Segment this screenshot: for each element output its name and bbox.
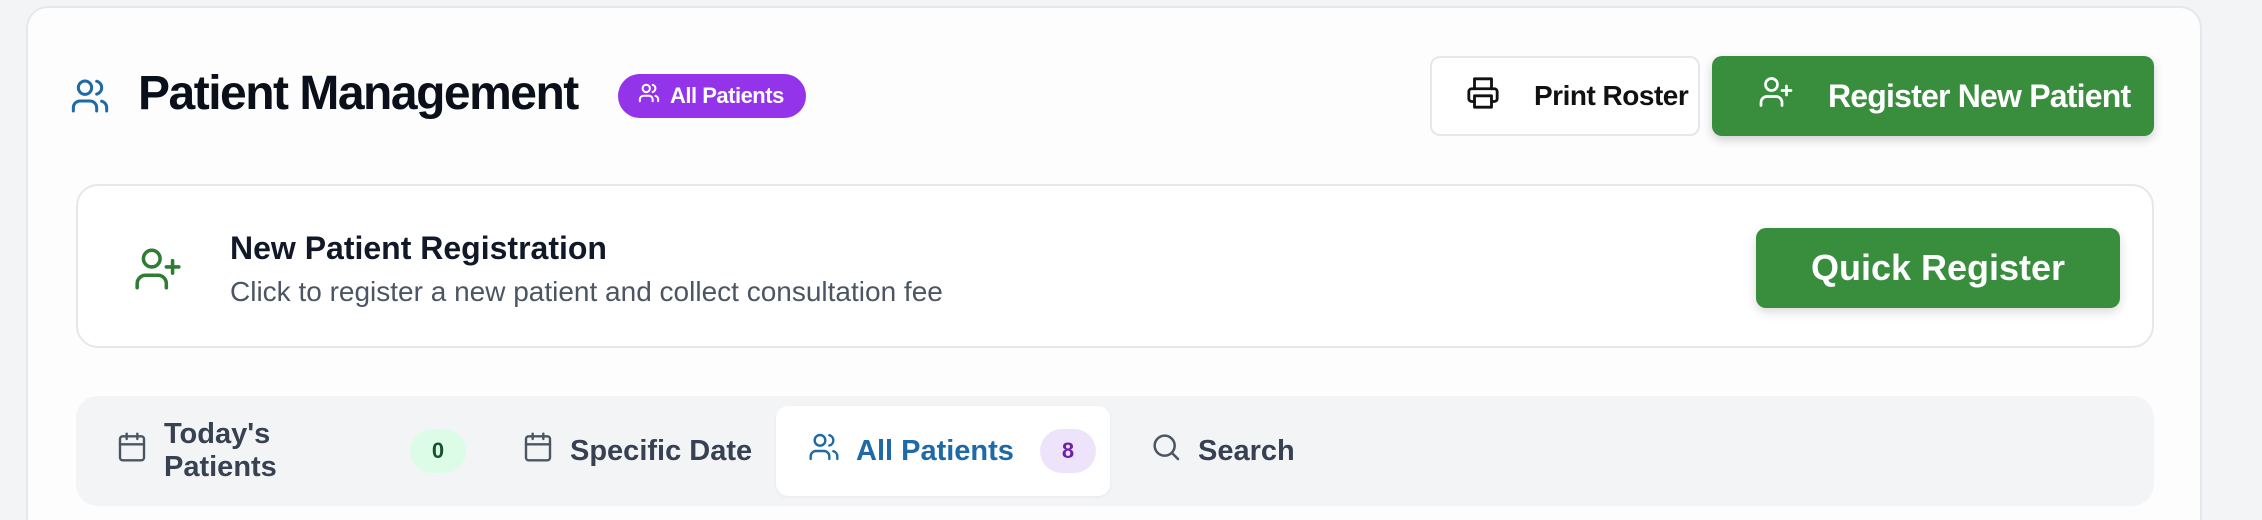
user-plus-icon [133, 244, 183, 294]
tab-count-badge: 8 [1039, 429, 1096, 473]
quick-register-button[interactable]: Quick Register [1756, 228, 2120, 308]
print-roster-label: Print Roster [1534, 80, 1689, 111]
tab-label: Today's Patients [164, 418, 277, 483]
tab-todays-patients[interactable]: Today's Patients 0 [76, 406, 466, 496]
page-title: Patient Management [138, 67, 579, 120]
tab-label: Specific Date [570, 434, 753, 467]
patient-tabs: Today's Patients 0 Specific Date All Pat… [76, 396, 2154, 506]
tab-all-patients[interactable]: All Patients 8 [776, 406, 1110, 496]
users-icon [808, 431, 840, 471]
tab-search[interactable]: Search [1150, 406, 1380, 496]
tab-label: All Patients [856, 434, 1014, 467]
tab-count-badge: 0 [410, 429, 466, 473]
user-plus-icon [1758, 74, 1794, 118]
registration-panel: New Patient Registration Click to regist… [76, 184, 2154, 348]
users-icon [638, 82, 660, 110]
badge-label: All Patients [670, 83, 784, 108]
register-new-patient-label: Register New Patient [1828, 77, 2131, 114]
calendar-icon [116, 431, 148, 471]
page-header: Patient Management All Patients Print Ro… [50, 56, 2154, 140]
calendar-icon [522, 431, 554, 471]
search-icon [1150, 431, 1182, 471]
tab-label: Search [1198, 434, 1295, 467]
registration-title: New Patient Registration [230, 230, 607, 266]
print-roster-button[interactable]: Print Roster [1430, 56, 1700, 136]
registration-description: Click to register a new patient and coll… [230, 276, 943, 307]
view-badge: All Patients [618, 74, 806, 118]
printer-icon [1466, 76, 1500, 117]
users-icon [70, 76, 110, 116]
register-new-patient-button[interactable]: Register New Patient [1712, 56, 2154, 136]
